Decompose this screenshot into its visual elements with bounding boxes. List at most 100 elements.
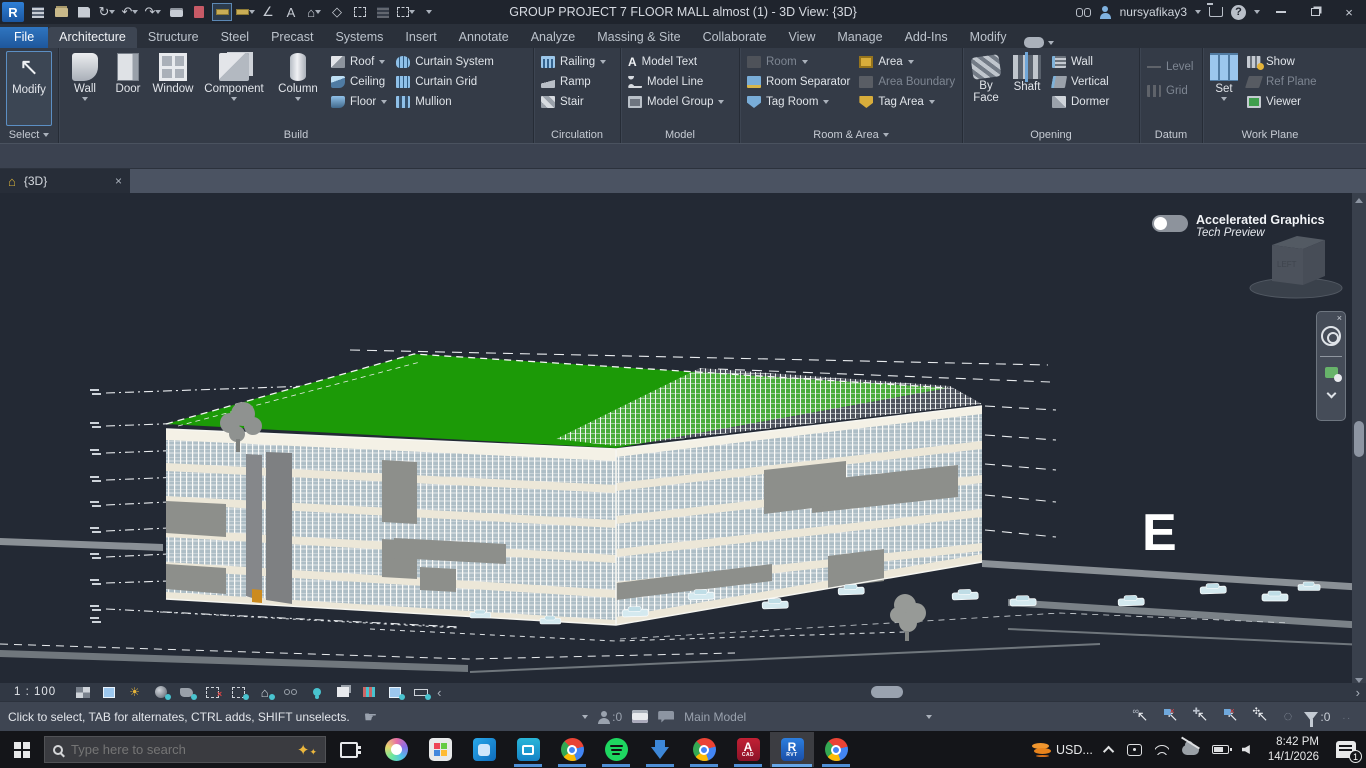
- room-button[interactable]: Room: [747, 54, 850, 70]
- selection-set-icon[interactable]: ◌: [1284, 708, 1293, 725]
- horizontal-scrollbar[interactable]: [446, 683, 1350, 701]
- curtain-grid-button[interactable]: Curtain Grid: [396, 74, 494, 90]
- tab-annotate[interactable]: Annotate: [448, 27, 520, 48]
- text-icon[interactable]: A: [281, 3, 301, 21]
- taskbar-outlook[interactable]: [462, 732, 506, 767]
- scale-button[interactable]: 1 : 100: [0, 686, 68, 698]
- ref-plane-button[interactable]: Ref Plane: [1247, 74, 1317, 90]
- taskbar-store[interactable]: [418, 732, 462, 767]
- shaft-button[interactable]: Shaft: [1007, 51, 1047, 126]
- show-work-plane-button[interactable]: Show: [1247, 54, 1317, 70]
- steering-wheel-icon[interactable]: [1321, 326, 1341, 346]
- model-group-button[interactable]: Model Group: [628, 94, 724, 110]
- reveal-constraints-icon[interactable]: [412, 685, 429, 699]
- filter-control[interactable]: :0: [1304, 710, 1330, 724]
- component-button[interactable]: Component: [199, 51, 269, 126]
- open-icon[interactable]: [51, 3, 71, 21]
- tag-room-button[interactable]: Tag Room: [747, 94, 850, 110]
- wall-opening-button[interactable]: Wall: [1052, 54, 1109, 70]
- design-options-icon[interactable]: [658, 711, 674, 723]
- analytical-model-icon[interactable]: [334, 685, 351, 699]
- view-tab-3d[interactable]: ⌂ {3D} ×: [0, 169, 130, 193]
- crop-view-icon[interactable]: ×: [204, 685, 221, 699]
- set-button[interactable]: Set: [1206, 51, 1242, 126]
- taskbar-clock[interactable]: 8:42 PM 14/1/2026: [1268, 735, 1319, 764]
- main-model-label[interactable]: Main Model: [684, 710, 746, 724]
- tab-systems[interactable]: Systems: [324, 27, 394, 48]
- measure-icon[interactable]: [212, 3, 232, 21]
- room-separator-button[interactable]: Room Separator: [747, 74, 850, 90]
- tab-massing-site[interactable]: Massing & Site: [586, 27, 691, 48]
- currency-widget[interactable]: USD...: [1032, 742, 1093, 758]
- curtain-system-button[interactable]: Curtain System: [396, 54, 494, 70]
- horizontal-scroll-thumb[interactable]: [871, 686, 903, 698]
- taskbar-chrome-2[interactable]: [682, 732, 726, 767]
- by-face-button[interactable]: By Face: [966, 51, 1006, 126]
- detail-level-icon[interactable]: [74, 685, 91, 699]
- navigation-bar[interactable]: ×: [1316, 311, 1346, 421]
- thin-lines-icon[interactable]: [350, 3, 370, 21]
- help-dropdown-icon[interactable]: [1254, 10, 1260, 14]
- accelerated-graphics-toggle[interactable]: [1152, 215, 1188, 232]
- roof-button[interactable]: Roof: [331, 54, 387, 70]
- vertical-opening-button[interactable]: Vertical: [1052, 74, 1109, 90]
- drawing-area[interactable]: E LEFT Accelerated Graphics Tech Preview…: [0, 193, 1366, 683]
- default-3d-view-icon[interactable]: ⌂: [304, 3, 324, 21]
- elevation-letter-e[interactable]: E: [1142, 504, 1177, 562]
- tab-precast[interactable]: Precast: [260, 27, 324, 48]
- select-pinned-icon[interactable]: ✚↖: [1194, 708, 1212, 725]
- scroll-up-arrow[interactable]: [1352, 193, 1366, 207]
- editable-only-control[interactable]: :0: [598, 710, 622, 724]
- search-help-icon[interactable]: [1076, 8, 1091, 17]
- tab-view[interactable]: View: [778, 27, 827, 48]
- panel-label-select[interactable]: Select: [0, 126, 58, 143]
- reveal-hidden-icon[interactable]: [282, 685, 299, 699]
- floor-button[interactable]: Floor: [331, 94, 387, 110]
- wifi-icon[interactable]: [1155, 744, 1169, 755]
- sun-path-icon[interactable]: ☀: [126, 685, 143, 699]
- redo-icon[interactable]: ↷: [143, 3, 163, 21]
- tab-steel[interactable]: Steel: [210, 27, 261, 48]
- taskbar-chrome-1[interactable]: [550, 732, 594, 767]
- tab-collaborate[interactable]: Collaborate: [692, 27, 778, 48]
- panel-label-room-area[interactable]: Room & Area: [740, 126, 962, 143]
- close-button[interactable]: ×: [1336, 2, 1362, 22]
- taskbar-downloads[interactable]: [638, 732, 682, 767]
- select-by-face-icon[interactable]: ×↖: [1224, 708, 1242, 725]
- taskbar-chrome-3[interactable]: [814, 732, 858, 767]
- lock-view-icon[interactable]: ⌂: [256, 685, 273, 699]
- worksets-dropdown-icon[interactable]: [582, 715, 588, 719]
- select-underlay-icon[interactable]: ×↖: [1164, 708, 1182, 725]
- zoom-tool-icon[interactable]: [1325, 367, 1338, 378]
- screen-cast-icon[interactable]: [1127, 744, 1142, 756]
- tray-expand-icon[interactable]: [1103, 745, 1114, 756]
- temp-hide-isolate-icon[interactable]: [308, 685, 325, 699]
- transfer-standards-icon[interactable]: [189, 3, 209, 21]
- volume-icon[interactable]: [1242, 745, 1250, 754]
- tag-icon[interactable]: ∠: [258, 3, 278, 21]
- taskbar-revit-active[interactable]: RRVT: [770, 732, 814, 767]
- displacement-sets-icon[interactable]: [360, 685, 377, 699]
- level-button[interactable]: Level: [1147, 59, 1194, 75]
- selection-box-icon[interactable]: [386, 685, 403, 699]
- stair-button[interactable]: Stair: [541, 94, 606, 110]
- print-icon[interactable]: [166, 3, 186, 21]
- vertical-scrollbar[interactable]: [1352, 193, 1366, 683]
- scroll-down-arrow[interactable]: [1352, 669, 1366, 683]
- onedrive-paused-icon[interactable]: [1182, 745, 1199, 755]
- username-dropdown-icon[interactable]: [1195, 10, 1201, 14]
- tab-structure[interactable]: Structure: [137, 27, 210, 48]
- switch-windows-icon[interactable]: [396, 3, 416, 21]
- username[interactable]: nursyafikay3: [1120, 5, 1187, 19]
- close-view-tab-icon[interactable]: ×: [115, 174, 122, 188]
- properties-icon[interactable]: [28, 3, 48, 21]
- navbar-close-icon[interactable]: ×: [1337, 314, 1342, 322]
- taskbar-search[interactable]: ✦✦: [44, 736, 326, 763]
- visual-style-icon[interactable]: [100, 685, 117, 699]
- wall-button[interactable]: Wall: [62, 51, 108, 126]
- dormer-button[interactable]: Dormer: [1052, 94, 1109, 110]
- tab-modify[interactable]: Modify: [959, 27, 1018, 48]
- design-options-dropdown-icon[interactable]: [926, 715, 932, 719]
- taskbar-autocad[interactable]: ACAD: [726, 732, 770, 767]
- search-input[interactable]: [71, 742, 241, 757]
